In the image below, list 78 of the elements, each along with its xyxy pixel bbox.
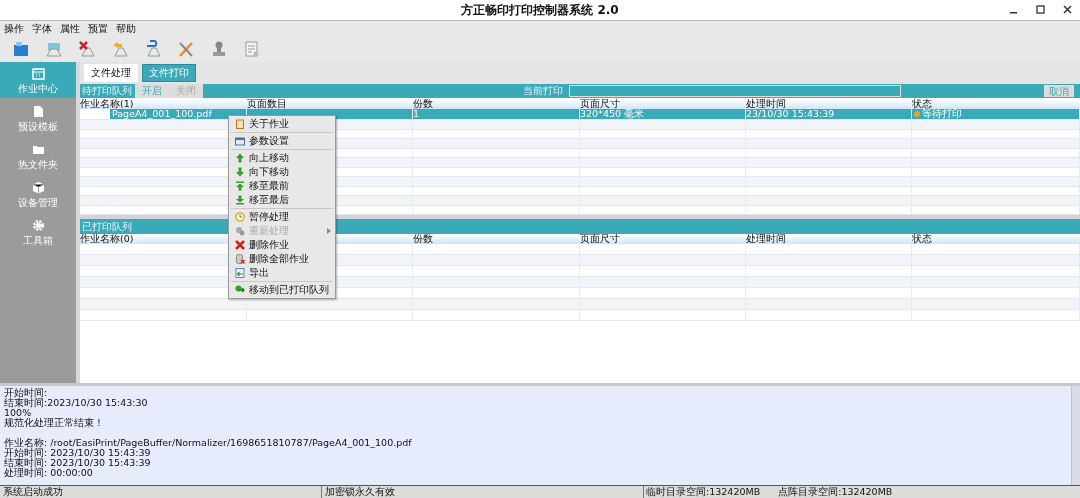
menu-item[interactable]: 移至最后 (229, 193, 335, 207)
queue-title: 待打印队列 (82, 85, 132, 97)
menu-item[interactable]: 帮助 (116, 22, 136, 35)
export-icon (235, 268, 245, 278)
delete-icon (235, 240, 245, 250)
window-title: 方正畅印打印控制器系统 2.0 (461, 1, 619, 19)
column-header: 份数 (413, 98, 433, 109)
menu-item[interactable]: 关于作业 (229, 117, 335, 131)
tab[interactable]: 文件处理 (84, 64, 138, 82)
status-text: 点阵目录空间:132420MB (778, 486, 893, 498)
column-header: 状态 (912, 233, 932, 244)
column-header: 作业名称(1) (80, 98, 134, 109)
folder-icon (31, 143, 45, 156)
delete-icon[interactable] (78, 40, 96, 58)
log-line: 处理时间: 00:00:00 (4, 468, 94, 478)
current-print-label: 当前打印 (523, 84, 563, 98)
log-line: 规范化处理正常结束！ (4, 418, 105, 428)
window-icon (235, 136, 245, 146)
folder-icon[interactable] (12, 40, 30, 58)
menu-item[interactable]: 移至最前 (229, 179, 335, 193)
column-header: 页面尺寸 (580, 98, 620, 109)
scrollbar[interactable] (1071, 386, 1080, 485)
column-header: 页面数目 (247, 98, 287, 109)
menu-item[interactable]: 属性 (60, 22, 80, 35)
log-line: 结束时间: 2023/10/30 15:43:39 (4, 458, 152, 468)
settings-icon (31, 219, 45, 232)
table-cell: 1 (413, 108, 420, 119)
menu-item[interactable]: 向下移动 (229, 165, 335, 179)
cube-icon (31, 181, 45, 194)
table-cell: 等待打印 (922, 109, 962, 119)
database-delete-icon (235, 254, 245, 264)
column-header: 处理时间 (746, 233, 786, 244)
menu-item[interactable]: 删除作业 (229, 238, 335, 252)
log-line: 开始时间: 2023/10/30 15:43:39 (4, 448, 151, 458)
log-line: 100% (4, 408, 32, 418)
column-header: 处理时间 (746, 98, 786, 109)
queue-title: 已打印队列 (82, 220, 132, 233)
printer-icon[interactable] (45, 40, 63, 58)
log-line: 结束时间:2023/10/30 15:43:30 (4, 398, 149, 408)
table-cell: 320*450 毫米 (580, 108, 645, 119)
arrow-bottom-icon (235, 195, 245, 205)
arrow-icon[interactable] (111, 40, 129, 58)
column-header: 状态 (912, 98, 932, 109)
calendar-icon (31, 67, 45, 80)
arrow-up-icon (235, 153, 245, 163)
column-header: 作业名称(0) (80, 233, 134, 244)
menu-item[interactable]: 向上移动 (229, 151, 335, 165)
menu-item[interactable]: 操作 (4, 22, 24, 35)
menu-item[interactable]: 暂停处理 (229, 210, 335, 224)
menu-item[interactable]: 参数设置 (229, 134, 335, 148)
arrow-top-icon (235, 181, 245, 191)
tools-icon[interactable] (177, 40, 195, 58)
column-header: 页面尺寸 (580, 233, 620, 244)
return-icon[interactable] (144, 40, 162, 58)
column-header: 份数 (413, 233, 433, 244)
log-line: 作业名称: /root/EasiPrint/PageBuffer/Normalizer/1698651810787/PageA4_001_100.pdf (4, 438, 413, 448)
clipboard-icon (235, 119, 245, 129)
current-print-field[interactable] (569, 85, 901, 97)
move-icon (235, 285, 245, 295)
report-icon[interactable] (243, 40, 261, 58)
status-text: 系统启动成功 (0, 486, 322, 498)
log-line: 开始时间: (4, 388, 49, 398)
menu-item[interactable]: 预置 (88, 22, 108, 35)
menu-item[interactable]: 删除全部作业 (229, 252, 335, 266)
status-text: 临时目录空间:132420MB (646, 486, 761, 498)
arrow-down-icon (235, 167, 245, 177)
submenu-arrow-icon (327, 228, 331, 234)
menu-item[interactable]: 导出 (229, 266, 335, 280)
table-cell: 23/10/30 15:43:39 (746, 108, 835, 119)
menu-item[interactable]: 移动到已打印队列 (229, 283, 335, 297)
file-icon (31, 105, 45, 118)
status-text: 加密锁永久有效 (324, 486, 396, 498)
stamp-icon[interactable] (210, 40, 228, 58)
clock-icon (235, 212, 245, 222)
menu-item[interactable]: 字体 (32, 22, 52, 35)
gears-icon (235, 226, 245, 236)
maximize-icon[interactable] (1036, 5, 1045, 14)
close-icon[interactable] (1063, 5, 1072, 14)
